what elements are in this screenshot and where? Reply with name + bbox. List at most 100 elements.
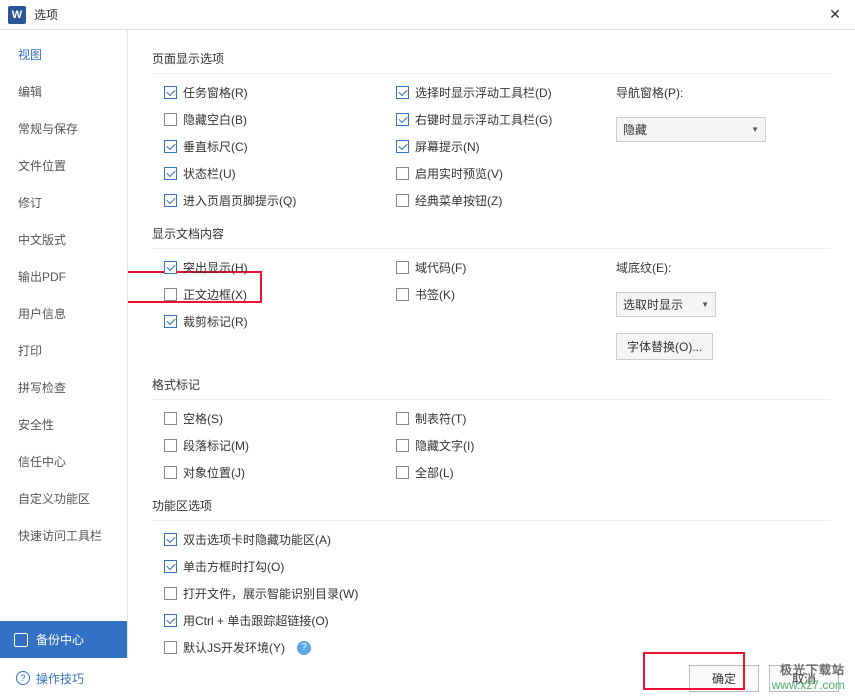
checkbox-icon [396,167,409,180]
checkbox-option[interactable]: 隐藏空白(B) [152,111,384,128]
checkbox-label: 任务窗格(R) [183,84,248,101]
checkbox-option[interactable]: 域代码(F) [384,259,616,276]
field-shading-label: 域底纹(E): [616,259,831,276]
field-shading-select[interactable]: 选取时显示 ▼ [616,292,716,317]
checkbox-label: 选择时显示浮动工具栏(D) [415,84,552,101]
checkbox-option[interactable]: 书签(K) [384,286,616,303]
checkbox-icon [164,261,177,274]
sidebar-item[interactable]: 文件位置 [0,147,127,184]
checkbox-option[interactable]: 空格(S) [152,410,384,427]
section-title: 功能区选项 [152,491,831,521]
checkbox-label: 隐藏文字(I) [415,437,474,454]
checkbox-label: 全部(L) [415,464,454,481]
cancel-button[interactable]: 取消 [769,665,839,692]
checkbox-icon [164,641,177,654]
sidebar-item[interactable]: 信任中心 [0,443,127,480]
sidebar-item[interactable]: 快速访问工具栏 [0,517,127,554]
checkbox-icon [396,140,409,153]
sidebar-item[interactable]: 修订 [0,184,127,221]
checkbox-label: 单击方框时打勾(O) [183,558,284,575]
help-icon[interactable]: ? [297,641,311,655]
checkbox-icon [164,86,177,99]
tips-link[interactable]: ? 操作技巧 [16,670,84,687]
checkbox-label: 突出显示(H) [183,259,248,276]
checkbox-icon [164,315,177,328]
checkbox-label: 进入页眉页脚提示(Q) [183,192,296,209]
section-title: 格式标记 [152,370,831,400]
titlebar: W 选项 ✕ [0,0,855,30]
checkbox-option[interactable]: 突出显示(H) [152,259,384,276]
checkbox-option[interactable]: 单击方框时打勾(O) [152,558,831,575]
checkbox-option[interactable]: 正文边框(X) [152,286,384,303]
checkbox-option[interactable]: 经典菜单按钮(Z) [384,192,616,209]
checkbox-option[interactable]: 打开文件，展示智能识别目录(W) [152,585,831,602]
checkbox-label: 垂直标尺(C) [183,138,248,155]
backup-label: 备份中心 [36,631,84,648]
checkbox-option[interactable]: 屏幕提示(N) [384,138,616,155]
backup-icon [14,633,28,647]
sidebar-item[interactable]: 自定义功能区 [0,480,127,517]
checkbox-option[interactable]: 选择时显示浮动工具栏(D) [384,84,616,101]
checkbox-icon [396,194,409,207]
checkbox-icon [164,412,177,425]
checkbox-option[interactable]: 全部(L) [384,464,616,481]
checkbox-label: 裁剪标记(R) [183,313,248,330]
checkbox-option[interactable]: 对象位置(J) [152,464,384,481]
checkbox-icon [164,439,177,452]
section-title: 显示文档内容 [152,219,831,249]
checkbox-label: 段落标记(M) [183,437,249,454]
sidebar-item[interactable]: 中文版式 [0,221,127,258]
sidebar-item[interactable]: 用户信息 [0,295,127,332]
checkbox-icon [164,194,177,207]
section-title: 页面显示选项 [152,44,831,74]
checkbox-icon [164,140,177,153]
nav-pane-value: 隐藏 [623,121,647,138]
checkbox-label: 正文边框(X) [183,286,247,303]
checkbox-option[interactable]: 状态栏(U) [152,165,384,182]
nav-pane-select[interactable]: 隐藏 ▼ [616,117,766,142]
font-substitution-button[interactable]: 字体替换(O)... [616,333,713,360]
sidebar-item[interactable]: 常规与保存 [0,110,127,147]
close-button[interactable]: ✕ [823,6,847,23]
checkbox-icon [396,412,409,425]
checkbox-option[interactable]: 双击选项卡时隐藏功能区(A) [152,531,831,548]
checkbox-label: 对象位置(J) [183,464,245,481]
tips-label: 操作技巧 [36,670,84,687]
checkbox-label: 状态栏(U) [183,165,236,182]
checkbox-label: 屏幕提示(N) [415,138,480,155]
checkbox-option[interactable]: 用Ctrl + 单击跟踪超链接(O) [152,612,831,629]
nav-pane-label: 导航窗格(P): [616,84,831,101]
app-icon: W [8,6,26,24]
checkbox-option[interactable]: 进入页眉页脚提示(Q) [152,192,384,209]
checkbox-icon [396,261,409,274]
sidebar-item[interactable]: 打印 [0,332,127,369]
checkbox-option[interactable]: 垂直标尺(C) [152,138,384,155]
checkbox-label: 经典菜单按钮(Z) [415,192,502,209]
backup-center-button[interactable]: 备份中心 [0,621,127,658]
checkbox-label: 隐藏空白(B) [183,111,247,128]
checkbox-option[interactable]: 任务窗格(R) [152,84,384,101]
sidebar-item[interactable]: 编辑 [0,73,127,110]
checkbox-option[interactable]: 段落标记(M) [152,437,384,454]
checkbox-icon [164,533,177,546]
checkbox-icon [396,466,409,479]
checkbox-label: 书签(K) [415,286,455,303]
sidebar: 视图编辑常规与保存文件位置修订中文版式输出PDF用户信息打印拼写检查安全性信任中… [0,30,128,658]
section-format-marks: 格式标记 空格(S) 段落标记(M) 对象位置(J) 制表符(T) 隐藏文字(I) 全部… [152,370,831,481]
footer: ? 操作技巧 确定 取消 [0,658,855,698]
section-page-display: 页面显示选项 任务窗格(R) 隐藏空白(B) 垂直标尺(C) 状态栏(U) 进入页眉页脚… [152,44,831,209]
checkbox-label: 右键时显示浮动工具栏(G) [415,111,552,128]
checkbox-label: 默认JS开发环境(Y) [183,639,285,656]
checkbox-option[interactable]: 隐藏文字(I) [384,437,616,454]
sidebar-item[interactable]: 拼写检查 [0,369,127,406]
checkbox-icon [164,614,177,627]
checkbox-option[interactable]: 启用实时预览(V) [384,165,616,182]
chevron-down-icon: ▼ [751,125,759,134]
checkbox-option[interactable]: 裁剪标记(R) [152,313,384,330]
checkbox-option[interactable]: 右键时显示浮动工具栏(G) [384,111,616,128]
sidebar-item[interactable]: 安全性 [0,406,127,443]
highlight-marker [643,652,745,690]
checkbox-option[interactable]: 制表符(T) [384,410,616,427]
sidebar-item[interactable]: 输出PDF [0,258,127,295]
sidebar-item[interactable]: 视图 [0,36,127,73]
